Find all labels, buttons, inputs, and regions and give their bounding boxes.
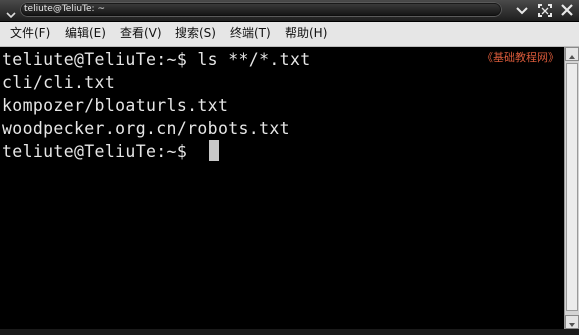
scroll-up-button[interactable] <box>565 47 579 61</box>
terminal-line-output: kompozer/bloaturls.txt <box>2 96 229 115</box>
scroll-thumb[interactable] <box>566 63 578 311</box>
menu-search[interactable]: 搜索(S) <box>175 26 216 41</box>
title-bar[interactable]: teliute@TeliuTe: ~ <box>0 0 579 22</box>
minimize-icon[interactable] <box>514 3 530 18</box>
menu-bar: 文件(F) 编辑(E) 查看(V) 搜索(S) 终端(T) 帮助(H) <box>0 22 579 47</box>
menu-help[interactable]: 帮助(H) <box>285 26 327 41</box>
window-menu-icon[interactable] <box>6 5 16 19</box>
menu-view[interactable]: 查看(V) <box>120 26 162 41</box>
maximize-icon[interactable] <box>537 3 553 18</box>
terminal-line-output: woodpecker.org.cn/robots.txt <box>2 119 290 138</box>
scroll-down-button[interactable] <box>565 315 579 329</box>
terminal-output[interactable]: teliute@TeliuTe:~$ ls **/*.txt cli/cli.t… <box>0 47 564 329</box>
menu-terminal[interactable]: 终端(T) <box>230 26 271 41</box>
terminal-line-output: cli/cli.txt <box>2 73 116 92</box>
terminal-line-prompt: teliute@TeliuTe:~$ <box>2 142 198 161</box>
menu-file[interactable]: 文件(F) <box>10 26 50 41</box>
close-icon[interactable] <box>559 3 575 18</box>
terminal-cursor <box>209 140 219 161</box>
menu-edit[interactable]: 编辑(E) <box>65 26 106 41</box>
vertical-scrollbar[interactable] <box>564 47 579 329</box>
window-title: teliute@TeliuTe: ~ <box>24 4 105 14</box>
terminal-line-command: teliute@TeliuTe:~$ ls **/*.txt <box>2 50 311 69</box>
watermark-text: 《基础教程网》 <box>482 51 559 64</box>
